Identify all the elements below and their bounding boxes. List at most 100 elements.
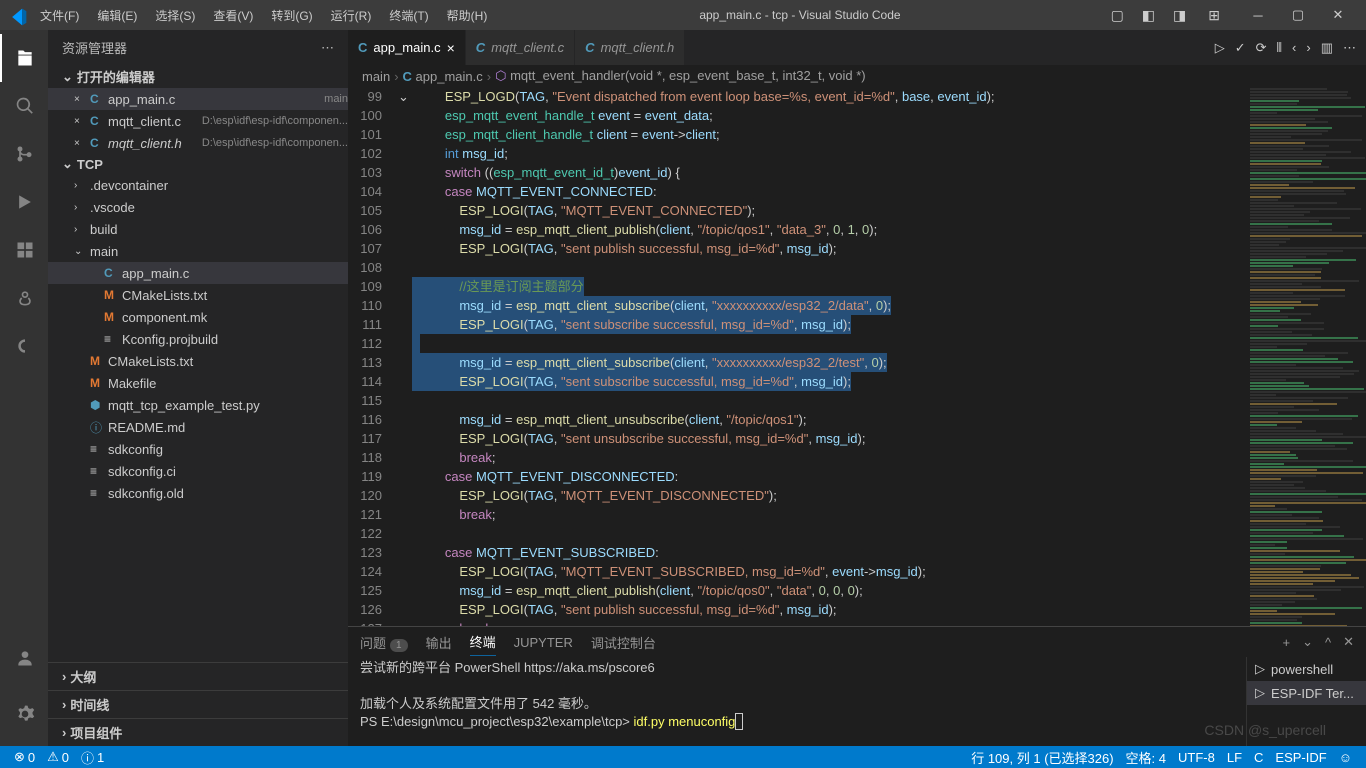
chevron-icon: ⌄ (74, 246, 90, 257)
minimize-button[interactable]: ─ (1238, 0, 1278, 30)
status-item[interactable]: C (1248, 748, 1269, 767)
panel-tab[interactable]: 终端 (470, 628, 496, 656)
file-item[interactable]: Mcomponent.mk (48, 306, 348, 328)
run-icon[interactable]: ▷ (1215, 40, 1225, 56)
menu-item[interactable]: 文件(F) (32, 3, 87, 28)
toggle-secondary-icon[interactable]: ◨ (1167, 3, 1192, 28)
code-content[interactable]: ESP_LOGD(TAG, "Event dispatched from eve… (412, 87, 1246, 626)
file-item[interactable]: ≡sdkconfig.old (48, 482, 348, 504)
sidebar-section[interactable]: ›时间线 (48, 690, 348, 718)
platformio-icon[interactable] (0, 274, 48, 322)
open-editor-item[interactable]: ×Capp_main.cmain (48, 88, 348, 110)
run-debug-icon[interactable] (0, 178, 48, 226)
prev-icon[interactable]: ‹ (1292, 40, 1296, 55)
panel-tab[interactable]: JUPYTER (514, 631, 573, 654)
editor-body[interactable]: 9910010110210310410510610710810911011111… (348, 87, 1366, 626)
maximize-button[interactable]: ▢ (1278, 0, 1318, 30)
terminal-instance[interactable]: ▷powershell (1247, 657, 1366, 681)
file-item[interactable]: ⓘREADME.md (48, 416, 348, 438)
file-item[interactable]: ≡sdkconfig (48, 438, 348, 460)
open-editors-header[interactable]: ⌄ 打开的编辑器 (48, 65, 348, 88)
next-icon[interactable]: › (1306, 40, 1310, 55)
sidebar-section[interactable]: ›项目组件 (48, 718, 348, 746)
status-item[interactable]: ☺ (1333, 748, 1358, 767)
search-icon[interactable] (0, 82, 48, 130)
status-item[interactable]: LF (1221, 748, 1248, 767)
status-item[interactable]: ⊗0 (8, 748, 41, 767)
file-item[interactable]: ⬢mqtt_tcp_example_test.py (48, 394, 348, 416)
status-item[interactable]: UTF-8 (1172, 748, 1221, 767)
project-header[interactable]: ⌄ TCP (48, 154, 348, 174)
refresh-icon[interactable]: ⟳ (1256, 40, 1267, 56)
folder-item[interactable]: ›build (48, 218, 348, 240)
more-icon[interactable]: ⋯ (321, 40, 334, 56)
open-editor-item[interactable]: ×Cmqtt_client.hD:\esp\idf\esp-idf\compon… (48, 132, 348, 154)
file-item[interactable]: MCMakeLists.txt (48, 284, 348, 306)
folder-item[interactable]: ⌄main (48, 240, 348, 262)
editor-area: Capp_main.c×Cmqtt_client.cCmqtt_client.h… (348, 30, 1366, 746)
status-item[interactable]: ⚠0 (41, 748, 75, 767)
close-tab-icon[interactable]: × (447, 40, 455, 56)
check-icon[interactable]: ✓ (1235, 40, 1246, 56)
terminal-output[interactable]: 尝试新的跨平台 PowerShell https://aka.ms/pscore… (348, 657, 1246, 746)
layout-icon[interactable]: ⊞ (1202, 3, 1226, 28)
maximize-panel-icon[interactable]: ^ (1325, 635, 1331, 650)
file-item[interactable]: ≡Kconfig.projbuild (48, 328, 348, 350)
source-control-icon[interactable] (0, 130, 48, 178)
menu-item[interactable]: 转到(G) (263, 3, 320, 28)
panel-tab[interactable]: 调试控制台 (591, 629, 656, 656)
extensions-icon[interactable] (0, 226, 48, 274)
status-item[interactable]: ESP-IDF (1269, 748, 1332, 767)
file-item[interactable]: MMakefile (48, 372, 348, 394)
file-item[interactable]: ≡sdkconfig.ci (48, 460, 348, 482)
status-item[interactable]: 空格: 4 (1120, 748, 1172, 767)
menu-item[interactable]: 编辑(E) (89, 3, 145, 28)
toggle-sidebar-icon[interactable]: ◧ (1136, 3, 1161, 28)
menu-item[interactable]: 终端(T) (381, 3, 436, 28)
folder-item[interactable]: ›.devcontainer (48, 174, 348, 196)
espressif-icon[interactable] (0, 322, 48, 370)
new-terminal-icon[interactable]: + (1282, 635, 1290, 650)
status-item[interactable]: 行 109, 列 1 (已选择326) (965, 748, 1119, 767)
editor-tab[interactable]: Capp_main.c× (348, 30, 466, 65)
explorer-icon[interactable] (0, 34, 48, 82)
breadcrumb-item[interactable]: C app_main.c (403, 69, 483, 84)
status-item[interactable]: ⓘ1 (75, 748, 110, 767)
file-item[interactable]: MCMakeLists.txt (48, 350, 348, 372)
more-icon[interactable]: ⋯ (1343, 40, 1356, 56)
toggle-panel-icon[interactable]: ▢ (1105, 3, 1130, 28)
editor-tab[interactable]: Cmqtt_client.c (466, 30, 575, 65)
menu-item[interactable]: 选择(S) (147, 3, 203, 28)
close-icon[interactable]: × (74, 116, 90, 127)
fold-column[interactable]: ⌄ (398, 87, 412, 626)
panel-tab[interactable]: 问题1 (360, 629, 408, 656)
editor-tab[interactable]: Cmqtt_client.h (575, 30, 685, 65)
breadcrumb-item[interactable]: main (362, 69, 390, 84)
breadcrumb[interactable]: main›C app_main.c›⬡ mqtt_event_handler(v… (348, 65, 1366, 87)
menu-item[interactable]: 运行(R) (323, 3, 380, 28)
breadcrumb-item[interactable]: ⬡ mqtt_event_handler(void *, esp_event_b… (495, 68, 866, 84)
menu-item[interactable]: 查看(V) (205, 3, 261, 28)
file-item[interactable]: Capp_main.c (48, 262, 348, 284)
sidebar: 资源管理器 ⋯ ⌄ 打开的编辑器 ×Capp_main.cmain×Cmqtt_… (48, 30, 348, 746)
diff-icon[interactable]: ⫴ (1277, 40, 1282, 56)
split-icon[interactable]: ▥ (1321, 40, 1333, 56)
chevron-down-icon[interactable]: ⌄ (1302, 634, 1313, 650)
close-icon[interactable]: × (74, 94, 90, 105)
menu-item[interactable]: 帮助(H) (439, 3, 496, 28)
minimap[interactable] (1246, 87, 1366, 626)
close-panel-icon[interactable]: ✕ (1343, 634, 1354, 650)
close-icon[interactable]: × (74, 138, 90, 149)
folder-item[interactable]: ›.vscode (48, 196, 348, 218)
accounts-icon[interactable] (0, 634, 48, 682)
file-icon: ⓘ (90, 419, 108, 436)
vscode-logo-icon (8, 7, 24, 23)
panel-tab[interactable]: 输出 (426, 629, 452, 656)
file-icon: ≡ (90, 486, 108, 500)
chevron-icon: › (74, 224, 90, 235)
settings-gear-icon[interactable] (0, 690, 48, 738)
terminal-instance[interactable]: ▷ESP-IDF Ter... (1247, 681, 1366, 705)
sidebar-section[interactable]: ›大纲 (48, 662, 348, 690)
open-editor-item[interactable]: ×Cmqtt_client.cD:\esp\idf\esp-idf\compon… (48, 110, 348, 132)
close-button[interactable]: ✕ (1318, 0, 1358, 30)
